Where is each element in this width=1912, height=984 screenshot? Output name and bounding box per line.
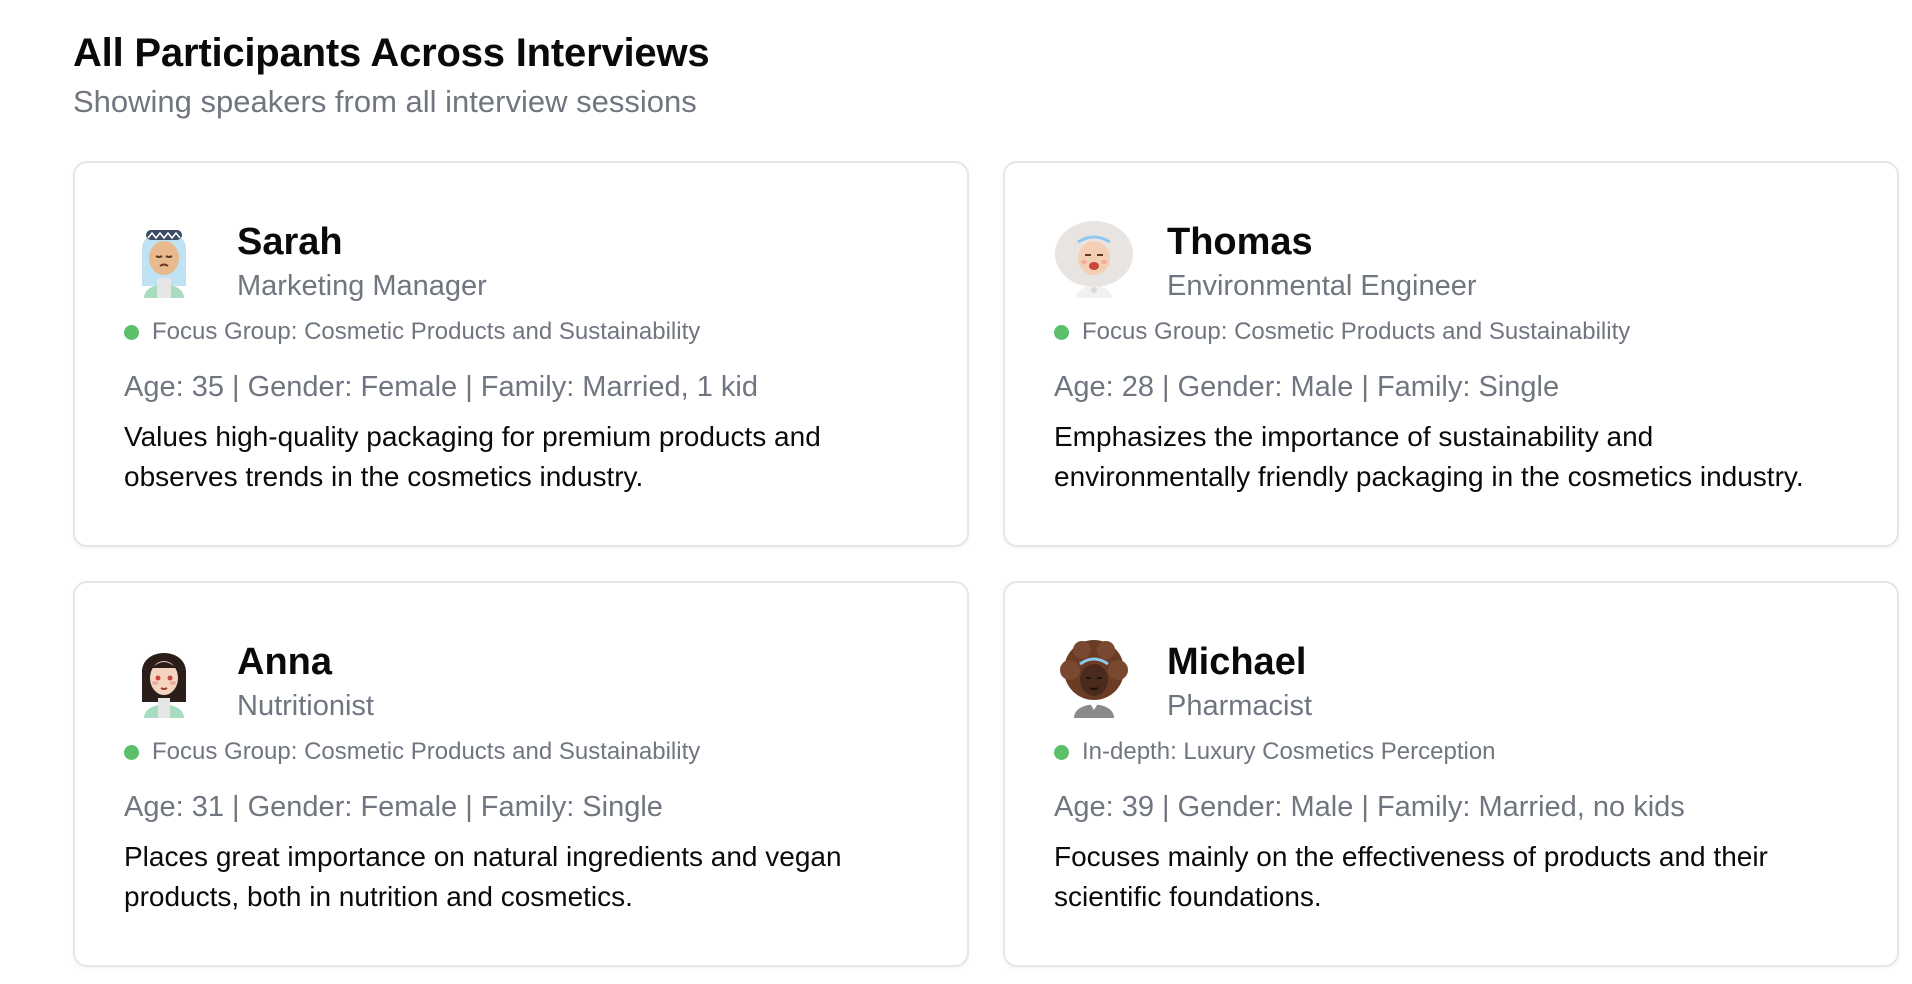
participant-demographics: Age: 35 | Gender: Female | Family: Marri… bbox=[124, 371, 758, 403]
participant-demographics: Age: 28 | Gender: Male | Family: Single bbox=[1054, 371, 1560, 403]
participant-grid: Sarah Marketing Manager Focus Group: Cos… bbox=[73, 161, 1899, 967]
page-subtitle: Showing speakers from all interview sess… bbox=[73, 84, 697, 119]
participant-card-sarah[interactable]: Sarah Marketing Manager Focus Group: Cos… bbox=[73, 161, 969, 547]
status-dot-icon bbox=[124, 324, 139, 340]
card-header: Michael Pharmacist bbox=[1054, 638, 1849, 724]
participant-name: Thomas bbox=[1167, 221, 1313, 263]
participant-name: Sarah bbox=[237, 221, 343, 263]
card-title-block: Sarah Marketing Manager bbox=[237, 218, 487, 304]
session-label: In-depth: Luxury Cosmetics Perception bbox=[1082, 738, 1496, 765]
avatar-gray-hair-icon bbox=[1054, 218, 1134, 298]
card-header: Thomas Environmental Engineer bbox=[1054, 218, 1849, 304]
avatar-dark-hair-icon bbox=[124, 638, 204, 718]
session-label: Focus Group: Cosmetic Products and Susta… bbox=[152, 738, 701, 765]
card-title-block: Thomas Environmental Engineer bbox=[1167, 218, 1477, 304]
participant-demographics: Age: 31 | Gender: Female | Family: Singl… bbox=[124, 791, 663, 823]
status-dot-icon bbox=[1054, 744, 1069, 760]
participant-role: Pharmacist bbox=[1167, 690, 1313, 722]
participant-demographics: Age: 39 | Gender: Male | Family: Married… bbox=[1054, 791, 1685, 823]
avatar-light-blue-hair-icon bbox=[124, 218, 204, 298]
participant-description: Focuses mainly on the effectiveness of p… bbox=[1054, 841, 1768, 912]
session-tag: Focus Group: Cosmetic Products and Susta… bbox=[1054, 317, 1849, 347]
participant-card-thomas[interactable]: Thomas Environmental Engineer Focus Grou… bbox=[1003, 161, 1899, 547]
avatar-curly-brown-hair-icon bbox=[1054, 638, 1134, 718]
card-title-block: Anna Nutritionist bbox=[237, 638, 374, 724]
session-tag: In-depth: Luxury Cosmetics Perception bbox=[1054, 737, 1849, 767]
participant-description: Values high-quality packaging for premiu… bbox=[124, 421, 821, 492]
status-dot-icon bbox=[124, 744, 139, 760]
participant-description: Places great importance on natural ingre… bbox=[124, 841, 842, 912]
session-label: Focus Group: Cosmetic Products and Susta… bbox=[1082, 318, 1631, 345]
page-title: All Participants Across Interviews bbox=[73, 31, 710, 75]
participant-card-michael[interactable]: Michael Pharmacist In-depth: Luxury Cosm… bbox=[1003, 581, 1899, 967]
participant-name: Michael bbox=[1167, 641, 1307, 683]
card-title-block: Michael Pharmacist bbox=[1167, 638, 1312, 724]
participants-page: All Participants Across Interviews Showi… bbox=[0, 0, 1912, 984]
session-label: Focus Group: Cosmetic Products and Susta… bbox=[152, 318, 701, 345]
status-dot-icon bbox=[1054, 324, 1069, 340]
participant-name: Anna bbox=[237, 641, 332, 683]
participant-role: Marketing Manager bbox=[237, 270, 487, 302]
participant-role: Nutritionist bbox=[237, 690, 374, 722]
session-tag: Focus Group: Cosmetic Products and Susta… bbox=[124, 317, 919, 347]
participant-card-anna[interactable]: Anna Nutritionist Focus Group: Cosmetic … bbox=[73, 581, 969, 967]
participant-description: Emphasizes the importance of sustainabil… bbox=[1054, 421, 1804, 492]
card-header: Sarah Marketing Manager bbox=[124, 218, 919, 304]
participant-role: Environmental Engineer bbox=[1167, 270, 1477, 302]
session-tag: Focus Group: Cosmetic Products and Susta… bbox=[124, 737, 919, 767]
card-header: Anna Nutritionist bbox=[124, 638, 919, 724]
